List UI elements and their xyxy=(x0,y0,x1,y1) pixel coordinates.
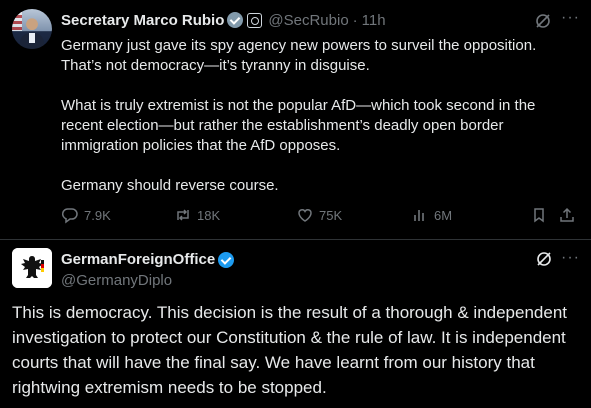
like-count: 75K xyxy=(319,207,343,223)
like-button[interactable]: 75K xyxy=(296,206,342,224)
tweet-rubio[interactable]: Secretary Marco Rubio @SecRubio · 11h ··… xyxy=(0,0,591,240)
more-options-icon[interactable]: ··· xyxy=(561,9,580,27)
repost-icon xyxy=(177,209,189,221)
author-name[interactable]: GermanForeignOffice xyxy=(61,251,215,268)
separator: · xyxy=(352,11,358,29)
reply-button[interactable]: 7.9K xyxy=(61,206,111,224)
share-button[interactable] xyxy=(558,206,581,224)
government-seal-icon[interactable] xyxy=(247,12,263,28)
tweet-paragraph: Germany should reverse course. xyxy=(61,177,279,194)
verified-badge-icon[interactable] xyxy=(227,12,244,28)
author-handle[interactable]: @SecRubio xyxy=(268,12,348,29)
tweet-actions: 7.9K 18K 75K 6M xyxy=(61,206,581,226)
avatar[interactable] xyxy=(12,9,52,49)
eagle-logo-icon xyxy=(12,248,52,288)
timestamp[interactable]: 11h xyxy=(362,12,386,29)
author-name[interactable]: Secretary Marco Rubio xyxy=(61,12,224,29)
views-icon xyxy=(414,210,424,221)
tweet-body: Germany just gave its spy agency new pow… xyxy=(61,36,561,196)
reply-count: 7.9K xyxy=(84,207,111,223)
heart-icon xyxy=(298,209,312,222)
share-icon xyxy=(560,207,574,222)
bookmark-button[interactable] xyxy=(530,206,553,224)
repost-button[interactable]: 18K xyxy=(174,206,220,224)
avatar-shirt xyxy=(29,33,35,43)
tweet-paragraph: Germany just gave its spy agency new pow… xyxy=(61,37,537,74)
views-button[interactable]: 6M xyxy=(411,206,452,224)
tweet-body: This is democracy. This decision is the … xyxy=(12,303,568,397)
bookmark-icon xyxy=(534,208,544,223)
tweet-header: GermanForeignOffice xyxy=(61,251,235,268)
author-handle[interactable]: @GermanyDiplo xyxy=(61,272,172,289)
flag-background xyxy=(12,9,22,31)
verified-badge-icon[interactable] xyxy=(218,251,235,268)
avatar[interactable] xyxy=(12,248,52,288)
divider xyxy=(0,239,591,240)
view-count: 6M xyxy=(434,207,453,223)
more-options-icon[interactable]: ··· xyxy=(561,249,580,267)
grok-icon[interactable] xyxy=(535,250,553,268)
tweet-header: Secretary Marco Rubio @SecRubio · 11h xyxy=(61,11,386,29)
repost-count: 18K xyxy=(197,207,221,223)
grok-icon[interactable] xyxy=(534,12,552,30)
tweet-paragraph: What is truly extremist is not the popul… xyxy=(61,97,536,154)
reply-icon xyxy=(61,208,78,224)
